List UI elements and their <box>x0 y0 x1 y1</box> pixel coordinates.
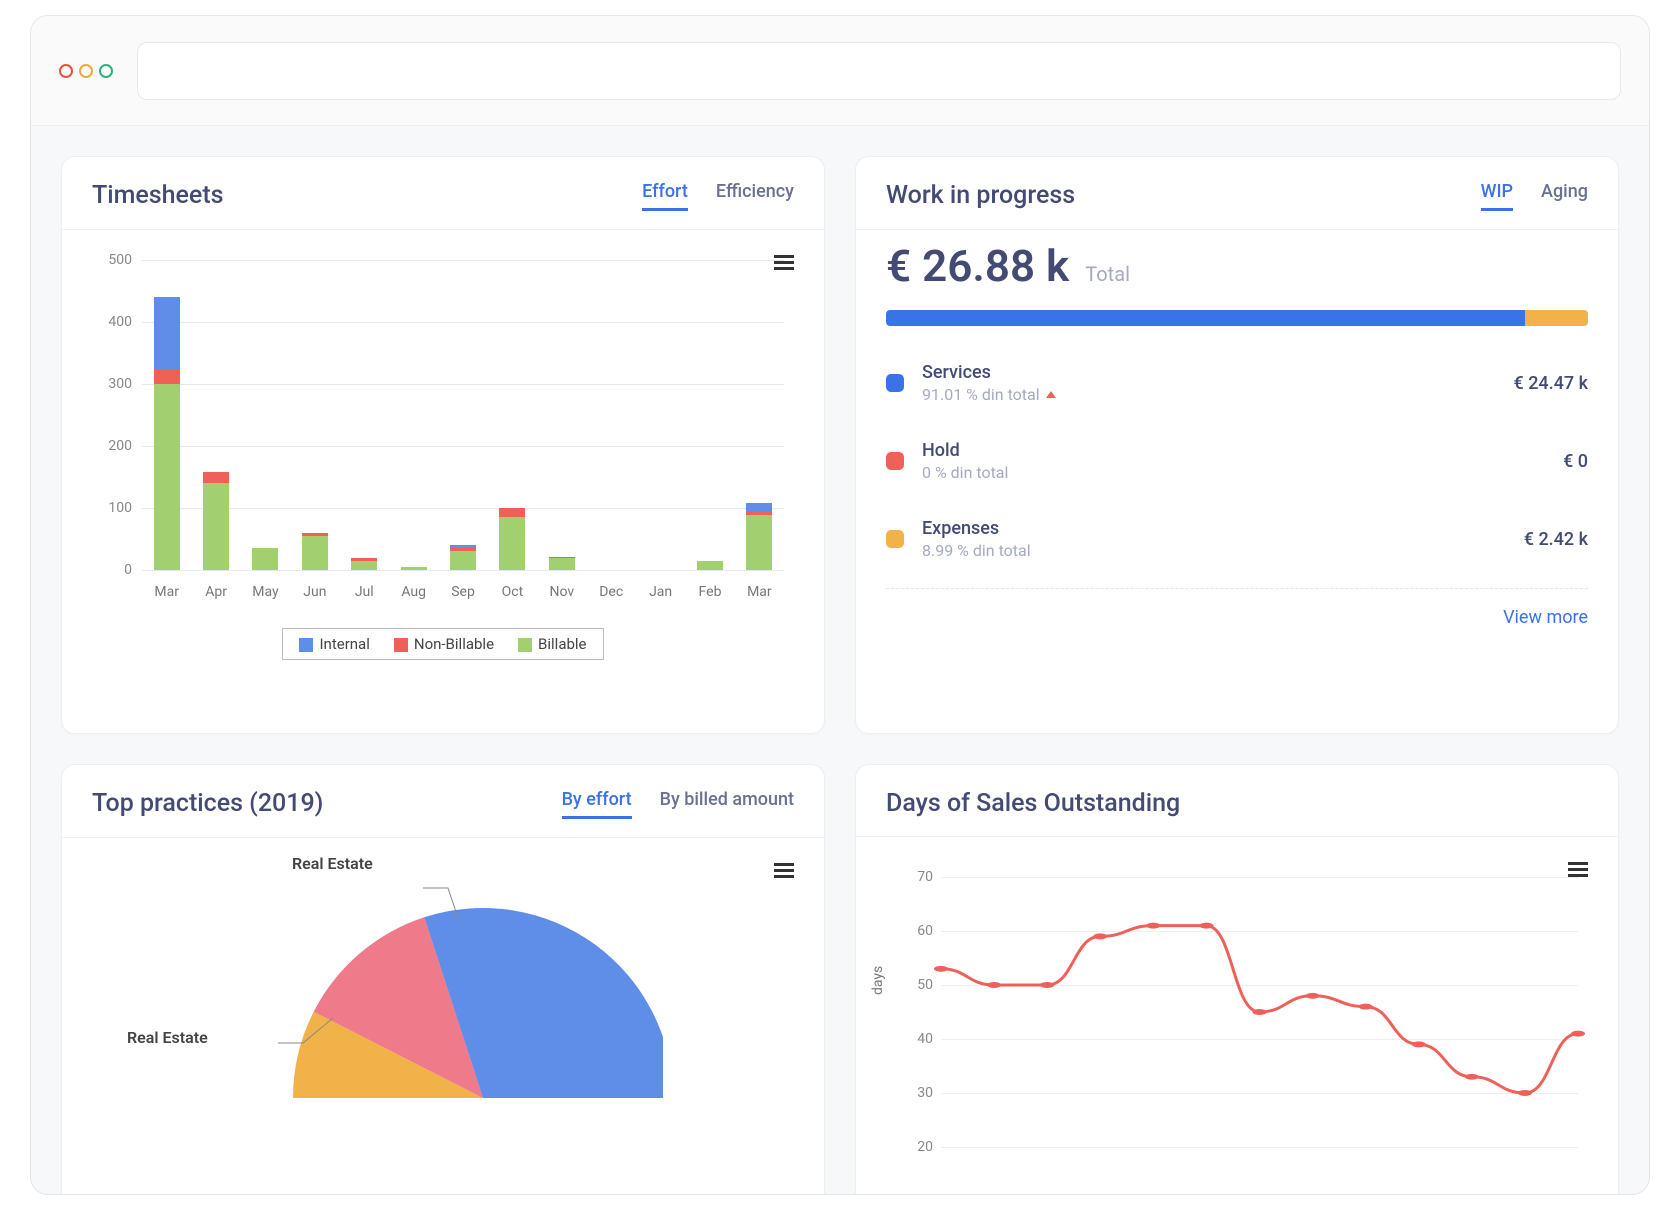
wip-total-amount: € 26.88 k <box>886 240 1069 292</box>
browser-chrome <box>31 16 1649 126</box>
tab-wip[interactable]: WIP <box>1481 181 1513 211</box>
wip-item-value: € 24.47 k <box>1514 373 1589 394</box>
tab-by-billed[interactable]: By billed amount <box>660 789 794 819</box>
y-tick: 200 <box>92 438 132 454</box>
color-swatch <box>886 452 904 470</box>
card-title: Top practices (2019) <box>92 789 323 818</box>
wip-total-label: Total <box>1085 262 1130 286</box>
card-title: Work in progress <box>886 181 1075 210</box>
y-tick: 300 <box>92 376 132 392</box>
slice-label: Real Estate <box>292 854 373 873</box>
wip-total: € 26.88 k Total <box>856 230 1618 292</box>
address-bar[interactable] <box>137 42 1621 100</box>
wip-item: Hold 0 % din total € 0 <box>886 422 1588 500</box>
window-controls[interactable] <box>59 64 113 78</box>
wip-item-name: Services <box>922 362 1496 383</box>
app-window: Timesheets Effort Efficiency 0 100 200 300 4… <box>30 15 1650 1195</box>
legend-nonbillable: Non-Billable <box>394 635 494 653</box>
wip-item-sub: 0 % din total <box>922 463 1545 482</box>
y-tick: 20 <box>903 1139 933 1155</box>
y-tick: 60 <box>903 923 933 939</box>
wip-item: Services 91.01 % din total € 24.47 k <box>886 344 1588 422</box>
x-tick: Nov <box>537 584 586 600</box>
y-tick: 70 <box>903 869 933 885</box>
timesheets-bar-chart: 0100200300400500 MarAprMayJunJulAugSepOc… <box>92 260 794 620</box>
timesheets-tabs: Effort Efficiency <box>642 181 794 211</box>
card-title: Days of Sales Outstanding <box>886 789 1180 818</box>
dashboard-grid: Timesheets Effort Efficiency 0 100 200 300 4… <box>31 126 1649 1195</box>
x-tick: Mar <box>735 584 784 600</box>
y-tick: 30 <box>903 1085 933 1101</box>
x-tick: Feb <box>685 584 734 600</box>
progress-expenses <box>1525 310 1588 326</box>
tab-by-effort[interactable]: By effort <box>562 789 632 819</box>
wip-progress-bar <box>886 310 1588 326</box>
wip-item-value: € 0 <box>1563 451 1588 472</box>
y-tick: 100 <box>92 500 132 516</box>
practices-tabs: By effort By billed amount <box>562 789 794 819</box>
y-axis-label: days <box>870 966 886 995</box>
y-tick: 0 <box>92 562 132 578</box>
chart-legend: Internal Non-Billable Billable <box>282 628 603 660</box>
card-wip: Work in progress WIP Aging € 26.88 k Tot… <box>855 156 1619 734</box>
x-tick: Jul <box>340 584 389 600</box>
legend-billable: Billable <box>518 635 586 653</box>
wip-breakdown-list: Services 91.01 % din total € 24.47 k Hold 0 … <box>856 334 1618 578</box>
y-tick: 400 <box>92 314 132 330</box>
card-title: Timesheets <box>92 181 224 210</box>
wip-item: Expenses 8.99 % din total € 2.42 k <box>886 500 1588 578</box>
tab-effort[interactable]: Effort <box>642 181 688 211</box>
slice-label: Real Estate <box>127 1028 208 1047</box>
y-tick: 500 <box>92 252 132 268</box>
close-icon[interactable] <box>59 64 73 78</box>
practices-pie-chart: Real Estate Real Estate <box>92 858 794 1178</box>
dso-line-chart: days 203040506070 <box>886 867 1588 1167</box>
x-tick: Jun <box>290 584 339 600</box>
wip-item-sub: 8.99 % din total <box>922 541 1506 560</box>
minimize-icon[interactable] <box>79 64 93 78</box>
x-tick: Jan <box>636 584 685 600</box>
color-swatch <box>886 530 904 548</box>
tab-aging[interactable]: Aging <box>1541 181 1588 211</box>
wip-item-name: Expenses <box>922 518 1506 539</box>
trend-up-icon <box>1046 391 1056 398</box>
x-tick: Mar <box>142 584 191 600</box>
card-top-practices: Top practices (2019) By effort By billed… <box>61 764 825 1195</box>
x-tick: Oct <box>488 584 537 600</box>
x-tick: Dec <box>587 584 636 600</box>
x-tick: Aug <box>389 584 438 600</box>
color-swatch <box>886 374 904 392</box>
wip-item-sub: 91.01 % din total <box>922 385 1496 404</box>
x-tick: May <box>241 584 290 600</box>
wip-tabs: WIP Aging <box>1481 181 1588 211</box>
progress-services <box>886 310 1525 326</box>
wip-item-value: € 2.42 k <box>1524 529 1588 550</box>
x-tick: Sep <box>438 584 487 600</box>
legend-internal: Internal <box>299 635 369 653</box>
y-tick: 50 <box>903 977 933 993</box>
maximize-icon[interactable] <box>99 64 113 78</box>
card-timesheets: Timesheets Effort Efficiency 0 100 200 300 4… <box>61 156 825 734</box>
wip-item-name: Hold <box>922 440 1545 461</box>
card-dso: Days of Sales Outstanding days 20 30 40 50 6… <box>855 764 1619 1195</box>
y-tick: 40 <box>903 1031 933 1047</box>
x-tick: Apr <box>191 584 240 600</box>
tab-efficiency[interactable]: Efficiency <box>716 181 794 211</box>
view-more-link[interactable]: View more <box>856 589 1618 652</box>
